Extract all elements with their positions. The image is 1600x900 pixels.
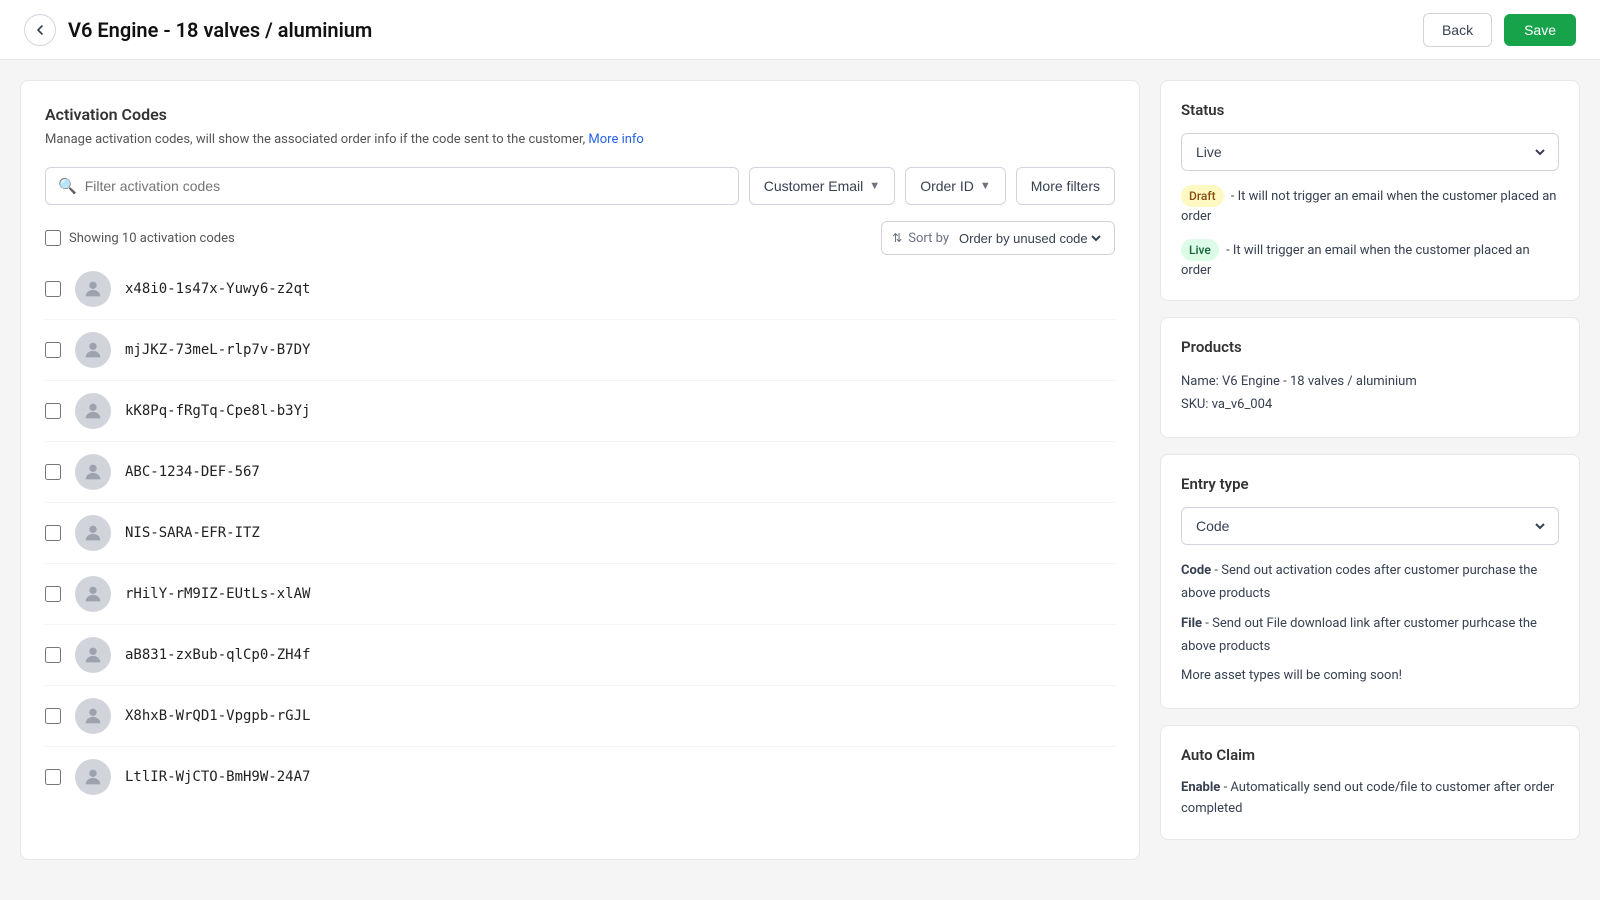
row-checkbox[interactable]	[45, 647, 61, 663]
chevron-down-icon: ▼	[980, 180, 991, 192]
section-desc: Manage activation codes, will show the a…	[45, 132, 1115, 147]
order-id-filter-button[interactable]: Order ID ▼	[905, 167, 1006, 205]
file-desc: File - Send out File download link after…	[1181, 612, 1559, 659]
status-card: Status Live Draft Draft - It will not tr…	[1160, 80, 1580, 301]
page-title: V6 Engine - 18 valves / aluminium	[68, 18, 372, 42]
filter-row: 🔍 Customer Email ▼ Order ID ▼ More filte…	[45, 167, 1115, 205]
table-row: NIS-SARA-EFR-ITZ	[45, 503, 1115, 564]
sort-select-wrap: ⇅ Sort by Order by unused code Order by …	[881, 221, 1115, 255]
topbar: V6 Engine - 18 valves / aluminium Back S…	[0, 0, 1600, 60]
coming-soon-text: More asset types will be coming soon!	[1181, 664, 1559, 687]
live-badge: Live	[1181, 239, 1219, 261]
code-value: x48i0-1s47x-Yuwy6-z2qt	[125, 281, 310, 297]
code-value: ABC-1234-DEF-567	[125, 464, 260, 480]
table-row: aB831-zxBub-qlCp0-ZH4f	[45, 625, 1115, 686]
search-wrap: 🔍	[45, 167, 739, 205]
select-all-checkbox[interactable]	[45, 230, 61, 246]
row-checkbox[interactable]	[45, 403, 61, 419]
back-arrow-button[interactable]	[24, 14, 56, 46]
search-input[interactable]	[85, 178, 726, 194]
entry-select-wrap: Code File	[1181, 507, 1559, 545]
search-icon: 🔍	[58, 177, 77, 195]
products-info: Name: V6 Engine - 18 valves / aluminium …	[1181, 370, 1559, 417]
status-card-title: Status	[1181, 101, 1559, 119]
code-value: X8hxB-WrQD1-Vpgpb-rGJL	[125, 708, 310, 724]
back-button[interactable]: Back	[1423, 13, 1492, 47]
table-row: mjJKZ-73meL-rlp7v-B7DY	[45, 320, 1115, 381]
entry-type-card-title: Entry type	[1181, 475, 1559, 493]
code-value: kK8Pq-fRgTq-Cpe8l-b3Yj	[125, 403, 310, 419]
code-value: aB831-zxBub-qlCp0-ZH4f	[125, 647, 310, 663]
table-row: kK8Pq-fRgTq-Cpe8l-b3Yj	[45, 381, 1115, 442]
draft-note: Draft - It will not trigger an email whe…	[1181, 185, 1559, 227]
avatar	[75, 271, 111, 307]
auto-claim-card-title: Auto Claim	[1181, 746, 1559, 764]
products-card: Products Name: V6 Engine - 18 valves / a…	[1160, 317, 1580, 438]
topbar-right: Back Save	[1423, 13, 1576, 47]
table-row: rHilY-rM9IZ-EUtLs-xlAW	[45, 564, 1115, 625]
section-title: Activation Codes	[45, 105, 1115, 124]
sidebar-panel: Status Live Draft Draft - It will not tr…	[1160, 80, 1580, 860]
row-checkbox[interactable]	[45, 708, 61, 724]
code-value: rHilY-rM9IZ-EUtLs-xlAW	[125, 586, 310, 602]
row-checkbox[interactable]	[45, 525, 61, 541]
code-value: NIS-SARA-EFR-ITZ	[125, 525, 260, 541]
more-filters-button[interactable]: More filters	[1016, 167, 1115, 205]
avatar	[75, 454, 111, 490]
table-row: X8hxB-WrQD1-Vpgpb-rGJL	[45, 686, 1115, 747]
code-value: mjJKZ-73meL-rlp7v-B7DY	[125, 342, 310, 358]
showing-text: Showing 10 activation codes	[45, 230, 235, 246]
row-checkbox[interactable]	[45, 586, 61, 602]
draft-badge: Draft	[1181, 185, 1224, 207]
chevron-down-icon: ▼	[869, 180, 880, 192]
sort-label: Sort by	[908, 231, 949, 246]
table-row: x48i0-1s47x-Yuwy6-z2qt	[45, 259, 1115, 320]
status-select-wrap: Live Draft	[1181, 133, 1559, 171]
save-button[interactable]: Save	[1504, 14, 1576, 46]
entry-notes: Code - Send out activation codes after c…	[1181, 559, 1559, 688]
entry-type-card: Entry type Code File Code - Send out act…	[1160, 454, 1580, 709]
avatar	[75, 759, 111, 795]
table-row: ABC-1234-DEF-567	[45, 442, 1115, 503]
sort-icon: ⇅	[892, 231, 902, 245]
code-value: LtlIR-WjCTO-BmH9W-24A7	[125, 769, 310, 785]
sort-row: Showing 10 activation codes ⇅ Sort by Or…	[45, 221, 1115, 255]
entry-type-select[interactable]: Code File	[1192, 517, 1548, 535]
layout: Activation Codes Manage activation codes…	[0, 60, 1600, 880]
row-checkbox[interactable]	[45, 342, 61, 358]
topbar-left: V6 Engine - 18 valves / aluminium	[24, 14, 372, 46]
customer-email-filter-button[interactable]: Customer Email ▼	[749, 167, 895, 205]
avatar	[75, 637, 111, 673]
more-info-link[interactable]: More info	[588, 132, 643, 147]
avatar	[75, 698, 111, 734]
code-list: x48i0-1s47x-Yuwy6-z2qt mjJKZ-73meL-rlp7v…	[45, 259, 1115, 807]
auto-claim-text: Enable - Automatically send out code/fil…	[1181, 778, 1559, 820]
table-row: LtlIR-WjCTO-BmH9W-24A7	[45, 747, 1115, 807]
row-checkbox[interactable]	[45, 464, 61, 480]
avatar	[75, 515, 111, 551]
sort-select[interactable]: Order by unused code Order by used code …	[955, 230, 1104, 247]
row-checkbox[interactable]	[45, 281, 61, 297]
status-notes: Draft - It will not trigger an email whe…	[1181, 185, 1559, 280]
row-checkbox[interactable]	[45, 769, 61, 785]
status-select[interactable]: Live Draft	[1192, 143, 1548, 161]
live-note: Live - It will trigger an email when the…	[1181, 239, 1559, 281]
products-card-title: Products	[1181, 338, 1559, 356]
auto-claim-card: Auto Claim Enable - Automatically send o…	[1160, 725, 1580, 841]
code-desc: Code - Send out activation codes after c…	[1181, 559, 1559, 606]
avatar	[75, 393, 111, 429]
avatar	[75, 332, 111, 368]
main-panel: Activation Codes Manage activation codes…	[20, 80, 1140, 860]
avatar	[75, 576, 111, 612]
